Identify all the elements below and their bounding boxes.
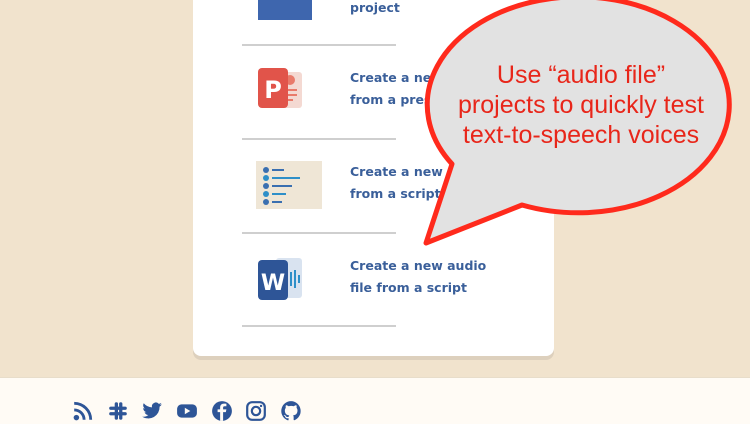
instagram-icon[interactable] [245, 400, 267, 422]
callout-text: Use “audio file” projects to quickly tes… [458, 61, 704, 149]
youtube-icon[interactable] [176, 400, 198, 422]
twitter-icon[interactable] [141, 400, 163, 422]
footer [0, 377, 750, 424]
github-icon[interactable] [280, 400, 302, 422]
rss-icon[interactable] [72, 400, 94, 422]
facebook-icon[interactable] [211, 400, 233, 422]
slack-icon[interactable] [107, 400, 129, 422]
